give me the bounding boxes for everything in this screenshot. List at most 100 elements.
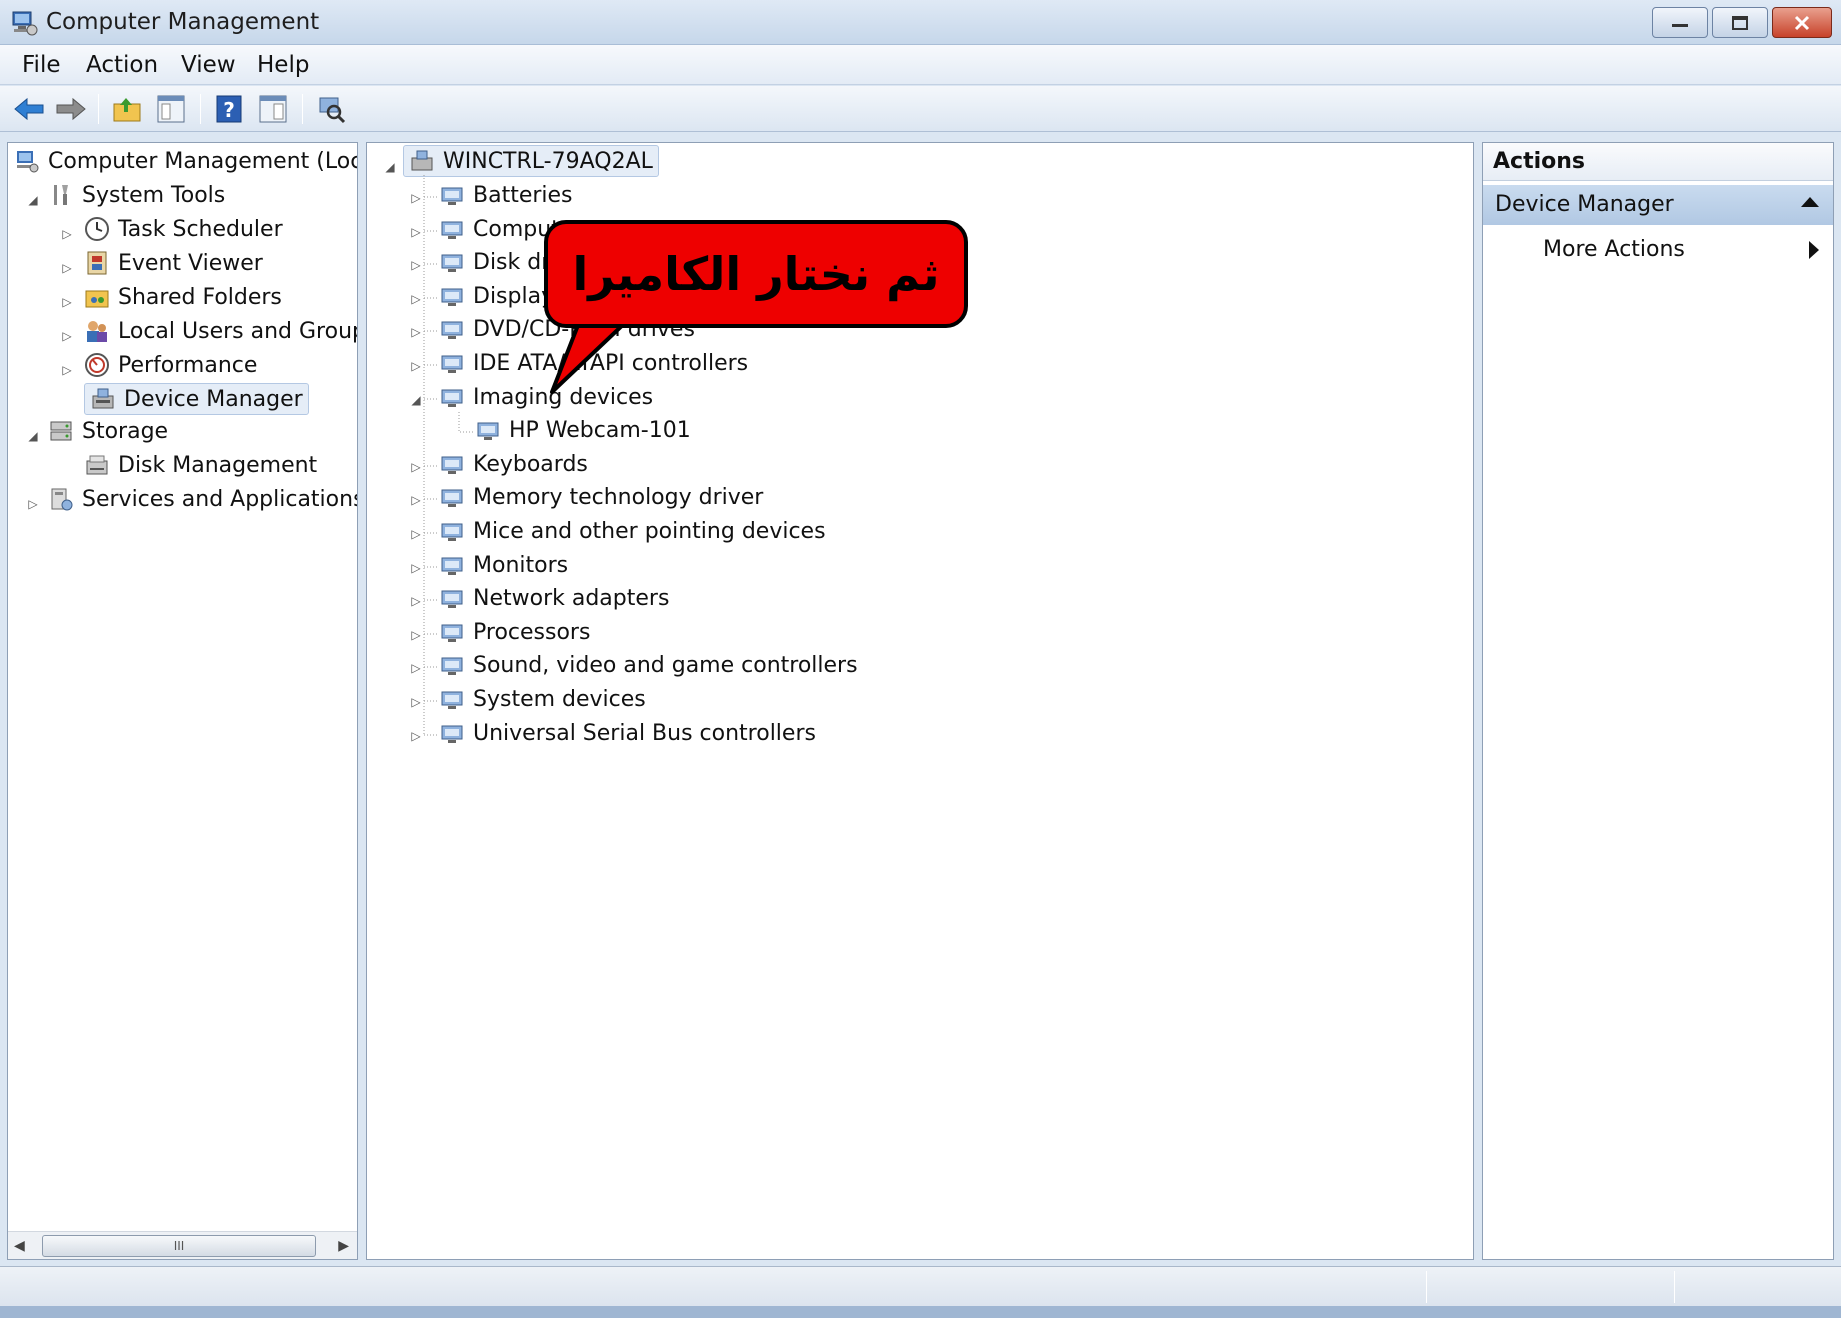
tree-item-computer-management[interactable]: Computer Management (Local bbox=[14, 145, 357, 177]
menu-view[interactable]: View bbox=[181, 52, 236, 78]
up-one-level-button[interactable] bbox=[110, 92, 144, 126]
device-label: Monitors bbox=[473, 552, 569, 578]
tree-item-services-and-applications[interactable]: Services and Applications bbox=[48, 483, 357, 515]
horizontal-scrollbar[interactable]: ◀ III ▶ bbox=[8, 1231, 357, 1259]
window-bottom-border bbox=[0, 1306, 1841, 1318]
callout-text: ثم نختار الكاميرا bbox=[572, 247, 940, 301]
tree-item-event-viewer[interactable]: Event Viewer bbox=[84, 247, 263, 279]
tree-item-performance[interactable]: Performance bbox=[84, 349, 257, 381]
close-button[interactable] bbox=[1772, 7, 1832, 38]
device-icon bbox=[441, 523, 463, 541]
menu-action[interactable]: Action bbox=[86, 52, 158, 78]
expand-icon[interactable]: ▷ bbox=[60, 227, 74, 241]
back-arrow-icon bbox=[14, 97, 44, 121]
more-actions-item[interactable]: More Actions bbox=[1543, 237, 1685, 262]
forward-button[interactable] bbox=[54, 92, 88, 126]
device-category-item[interactable]: Keyboards bbox=[439, 448, 588, 480]
tree-item-disk-management[interactable]: Disk Management bbox=[84, 449, 317, 481]
console-tree-icon bbox=[157, 95, 185, 123]
expand-icon[interactable]: ▷ bbox=[409, 359, 423, 373]
device-icon bbox=[441, 657, 463, 675]
event-viewer-icon bbox=[87, 251, 107, 275]
actions-title: Actions bbox=[1493, 149, 1585, 174]
show-hide-action-pane-button[interactable] bbox=[256, 92, 290, 126]
collapse-icon[interactable]: ◢ bbox=[26, 429, 40, 443]
section-label: Device Manager bbox=[1495, 192, 1674, 217]
expand-icon[interactable]: ▷ bbox=[409, 594, 423, 608]
device-label: Universal Serial Bus controllers bbox=[473, 720, 816, 746]
help-button[interactable]: ? bbox=[212, 92, 246, 126]
device-icon bbox=[441, 187, 463, 205]
scroll-thumb[interactable]: III bbox=[42, 1235, 316, 1257]
expand-icon[interactable]: ▷ bbox=[409, 292, 423, 306]
minimize-icon bbox=[1672, 23, 1688, 27]
tree-label: Disk Management bbox=[118, 452, 318, 478]
device-category-item[interactable]: Sound, video and game controllers bbox=[439, 649, 858, 681]
expand-icon[interactable]: ▷ bbox=[409, 191, 423, 205]
scroll-left-icon[interactable]: ◀ bbox=[14, 1238, 25, 1254]
device-category-item[interactable]: Monitors bbox=[439, 549, 568, 581]
tools-icon bbox=[54, 185, 68, 205]
tree-item-device-manager[interactable]: Device Manager bbox=[84, 383, 309, 415]
expand-icon[interactable]: ▷ bbox=[409, 561, 423, 575]
tree-item-local-users-and-groups[interactable]: Local Users and Groups bbox=[84, 315, 357, 347]
show-hide-console-tree-button[interactable] bbox=[154, 92, 188, 126]
clock-icon bbox=[85, 217, 109, 241]
computer-management-icon bbox=[12, 11, 38, 36]
device-item-webcam[interactable]: HP Webcam-101 bbox=[475, 414, 691, 446]
tree-item-storage[interactable]: Storage bbox=[48, 415, 168, 447]
device-category-item[interactable]: Network adapters bbox=[439, 582, 669, 614]
collapse-icon[interactable]: ◢ bbox=[409, 393, 423, 407]
device-icon bbox=[441, 221, 463, 239]
expand-icon[interactable]: ▷ bbox=[409, 460, 423, 474]
window-title: Computer Management bbox=[46, 9, 320, 35]
svg-text:?: ? bbox=[223, 98, 235, 122]
restore-button[interactable] bbox=[1712, 7, 1768, 38]
expand-icon[interactable]: ▷ bbox=[60, 363, 74, 377]
device-category-item[interactable]: System devices bbox=[439, 683, 646, 715]
device-label: Mice and other pointing devices bbox=[473, 518, 826, 544]
expand-icon[interactable]: ▷ bbox=[409, 628, 423, 642]
scan-hardware-button[interactable] bbox=[314, 92, 348, 126]
minimize-button[interactable] bbox=[1652, 7, 1708, 38]
device-label: Batteries bbox=[473, 182, 573, 208]
expand-icon[interactable]: ▷ bbox=[409, 729, 423, 743]
collapse-icon[interactable]: ◢ bbox=[26, 193, 40, 207]
scan-hardware-icon bbox=[319, 97, 346, 124]
back-button[interactable] bbox=[12, 92, 46, 126]
console-tree-pane: Computer Management (Local ◢ System Tool… bbox=[7, 142, 358, 1260]
expand-icon[interactable]: ▷ bbox=[60, 329, 74, 343]
device-category-item[interactable]: Memory technology driver bbox=[439, 481, 763, 513]
expand-icon[interactable]: ▷ bbox=[60, 295, 74, 309]
expand-icon[interactable]: ▷ bbox=[26, 497, 40, 511]
actions-section-device-manager[interactable]: Device Manager bbox=[1483, 185, 1833, 225]
device-category-item[interactable]: Mice and other pointing devices bbox=[439, 515, 826, 547]
tree-label: Shared Folders bbox=[118, 284, 282, 310]
expand-icon[interactable]: ▷ bbox=[409, 493, 423, 507]
device-category-item[interactable]: Processors bbox=[439, 616, 590, 648]
annotation-callout: ثم نختار الكاميرا bbox=[544, 220, 968, 328]
device-category-item[interactable]: Batteries bbox=[439, 179, 573, 211]
collapse-up-icon[interactable] bbox=[1801, 197, 1819, 207]
expand-icon[interactable]: ▷ bbox=[409, 661, 423, 675]
performance-icon bbox=[85, 353, 109, 377]
tree-item-system-tools[interactable]: System Tools bbox=[48, 179, 225, 211]
scroll-right-icon[interactable]: ▶ bbox=[338, 1238, 349, 1254]
title-bar: Computer Management bbox=[0, 0, 1841, 45]
tree-label: Device Manager bbox=[124, 386, 303, 412]
device-icon bbox=[441, 355, 463, 373]
tree-item-task-scheduler[interactable]: Task Scheduler bbox=[84, 213, 283, 245]
expand-icon[interactable]: ▷ bbox=[409, 225, 423, 239]
expand-icon[interactable]: ▷ bbox=[409, 258, 423, 272]
expand-icon[interactable]: ▷ bbox=[409, 695, 423, 709]
menu-file[interactable]: File bbox=[22, 52, 61, 78]
menu-help[interactable]: Help bbox=[257, 52, 309, 78]
expand-icon[interactable]: ▷ bbox=[409, 325, 423, 339]
device-category-item[interactable]: Universal Serial Bus controllers bbox=[439, 717, 816, 749]
tree-item-shared-folders[interactable]: Shared Folders bbox=[84, 281, 282, 313]
tree-label: Storage bbox=[82, 418, 169, 444]
expand-icon[interactable]: ▷ bbox=[409, 527, 423, 541]
actions-pane: Actions Device Manager More Actions bbox=[1482, 142, 1834, 1260]
expand-icon[interactable]: ▷ bbox=[60, 261, 74, 275]
users-icon bbox=[87, 321, 107, 342]
